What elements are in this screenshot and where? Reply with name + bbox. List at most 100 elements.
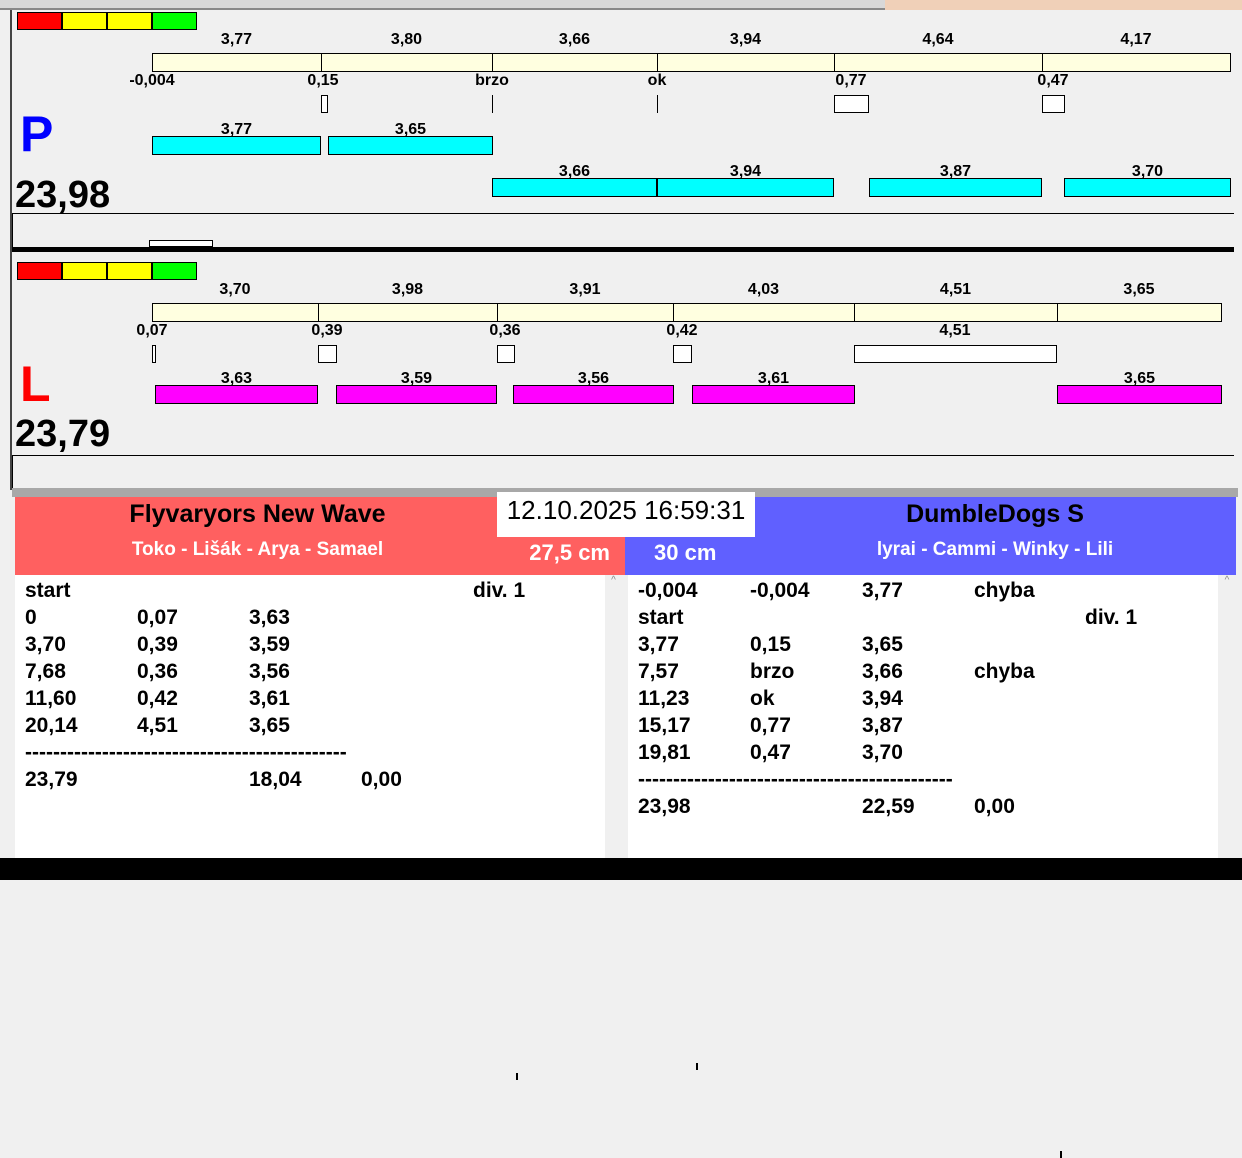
log-cell: div. 1	[473, 579, 526, 602]
quality-indicator-green	[152, 262, 197, 280]
datetime: 12.10.2025 16:59:31	[497, 492, 755, 537]
log-cell: ----------------------------------------…	[25, 741, 347, 764]
log-cell: start	[638, 606, 684, 629]
segment-bar	[318, 303, 498, 322]
team-left-log[interactable]: start div. 1 0 0,07 3,63 3,70 0,39 3,59 7,68 0,36…	[15, 575, 605, 858]
timeline-bar	[516, 1073, 518, 1080]
team-left-scrollbar[interactable]: ^	[605, 575, 622, 858]
mark-label: 0,39	[311, 322, 343, 339]
quality-indicator-yellow	[107, 262, 152, 280]
log-cell: 3,94	[862, 687, 903, 710]
run-label: 3,87	[939, 163, 972, 180]
segment-label: 3,77	[220, 31, 253, 48]
log-cell: 3,77	[638, 633, 679, 656]
team-left-members: Toko - Lišák - Arya - Samael	[131, 539, 384, 560]
mark-label: 4,51	[939, 322, 971, 339]
log-cell: 3,70	[862, 741, 903, 764]
timeline-bar	[696, 1063, 698, 1070]
run-label: 3,70	[1131, 163, 1164, 180]
quality-indicator-red	[17, 12, 62, 30]
log-cell: 3,65	[862, 633, 903, 656]
mark-box	[321, 95, 328, 113]
log-cell: 3,59	[249, 633, 290, 656]
mark-label: 0,15	[307, 72, 339, 89]
mark-box	[318, 345, 337, 363]
mark-label: 0,77	[835, 72, 867, 89]
log-cell: 23,79	[25, 768, 78, 791]
segment-label: 3,80	[390, 31, 423, 48]
quality-indicator-red	[17, 262, 62, 280]
segment-label: 4,51	[939, 281, 972, 298]
segment-bar	[834, 53, 1043, 72]
top-right-area	[885, 0, 1242, 10]
run-label: 3,94	[729, 163, 762, 180]
segment-bar	[321, 53, 493, 72]
segment-label: 4,17	[1120, 31, 1152, 48]
log-cell: 3,56	[249, 660, 290, 683]
log-cell: 19,81	[638, 741, 691, 764]
log-cell: 7,68	[25, 660, 66, 683]
log-cell: -0,004	[750, 579, 810, 602]
top-tab-strip	[0, 0, 885, 10]
log-cell: 7,57	[638, 660, 679, 683]
bottom-bar	[0, 858, 1242, 880]
timeline-bar	[149, 240, 213, 247]
log-cell: 0,00	[361, 768, 402, 791]
run-label: 3,77	[220, 121, 253, 138]
log-cell: 0,77	[750, 714, 791, 737]
log-cell: ----------------------------------------…	[638, 768, 953, 791]
log-cell: 0,39	[137, 633, 178, 656]
team-left-name: Flyvaryors New Wave	[129, 500, 386, 528]
quality-indicator-yellow	[107, 12, 152, 30]
run-label: 3,56	[577, 370, 610, 387]
mark-label: -0,004	[129, 72, 175, 89]
segment-label: 4,64	[922, 31, 954, 48]
team-right-members: lyrai - Cammi - Winky - Lili	[876, 539, 1114, 560]
log-cell: 23,98	[638, 795, 691, 818]
segment-label: 4,03	[747, 281, 780, 298]
log-cell: 22,59	[862, 795, 915, 818]
mark-box	[1042, 95, 1065, 113]
log-cell: chyba	[974, 579, 1035, 602]
run-label: 3,66	[558, 163, 591, 180]
log-cell: 18,04	[249, 768, 302, 791]
team-left-height: 27,5 cm	[529, 540, 610, 565]
team-right-name: DumbleDogs S	[906, 500, 1084, 528]
quality-indicator-yellow	[62, 262, 107, 280]
mark-tick	[492, 95, 493, 113]
segment-bar	[152, 303, 319, 322]
log-cell: 20,14	[25, 714, 78, 737]
log-cell: -0,004	[638, 579, 698, 602]
run-label: 3,61	[757, 370, 790, 387]
segment-label: 3,70	[219, 281, 251, 298]
team-right-scrollbar[interactable]: ^	[1218, 575, 1236, 858]
log-cell: 3,63	[249, 606, 290, 629]
mark-box	[497, 345, 515, 363]
segment-label: 3,94	[729, 31, 762, 48]
log-cell: 15,17	[638, 714, 691, 737]
segment-bar	[152, 53, 322, 72]
team-right-log[interactable]: -0,004 -0,004 3,77 chyba start div. 1 3,77 0,15…	[628, 575, 1218, 858]
total-time: 23,79	[15, 413, 111, 455]
mark-label: brzo	[475, 72, 509, 89]
segment-bar	[492, 53, 658, 72]
segment-label: 3,98	[391, 281, 424, 298]
log-cell: 3,61	[249, 687, 290, 710]
run-label: 3,65	[394, 121, 427, 138]
log-cell: 0,07	[137, 606, 178, 629]
log-cell: div. 1	[1085, 606, 1138, 629]
log-cell: chyba	[974, 660, 1035, 683]
log-cell: 0,42	[137, 687, 178, 710]
log-cell: 3,66	[862, 660, 903, 683]
side-letter: L	[20, 356, 51, 412]
mark-label: 0,42	[666, 322, 698, 339]
run-label: 3,63	[220, 370, 253, 387]
log-cell: 11,60	[25, 687, 77, 710]
quality-indicator-green	[152, 12, 197, 30]
log-cell: ok	[750, 687, 775, 710]
mark-tick	[657, 95, 658, 113]
log-cell: 0	[25, 606, 37, 629]
segment-bar	[1057, 303, 1222, 322]
log-cell: 0,36	[137, 660, 178, 683]
log-cell: 0,00	[974, 795, 1015, 818]
